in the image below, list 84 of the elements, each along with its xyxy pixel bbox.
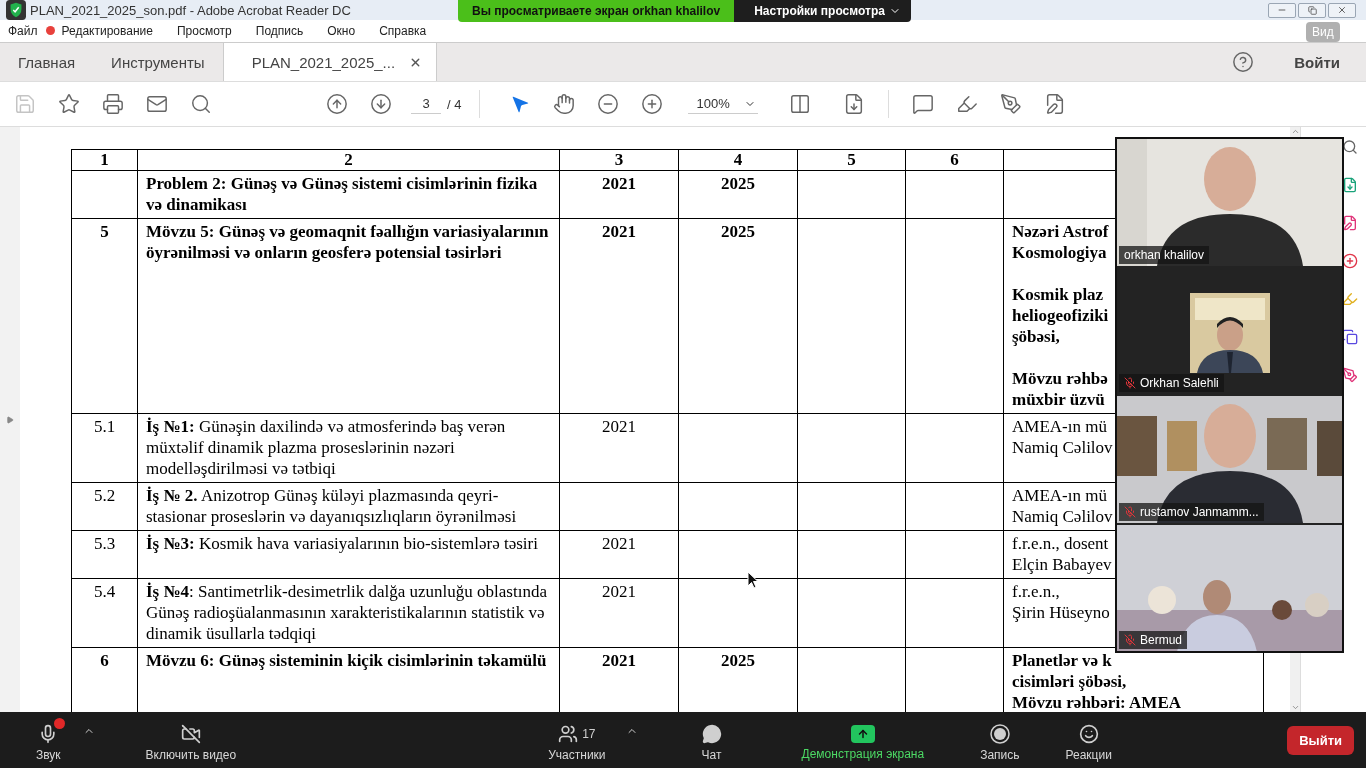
table-cell: 2021 bbox=[559, 578, 679, 648]
tab[interactable]: Главная bbox=[0, 43, 94, 81]
close-button[interactable] bbox=[1328, 2, 1356, 18]
mail-icon bbox=[146, 93, 168, 115]
table-header-cell: 1 bbox=[71, 149, 138, 171]
comment-icon bbox=[912, 93, 935, 115]
window-title: PLAN_2021_2025_son.pdf - Adobe Acrobat Reader DC bbox=[30, 2, 351, 18]
table-cell: 2021 bbox=[559, 170, 679, 219]
table-cell: 2025 bbox=[678, 170, 798, 219]
menu-item[interactable]: Просмотр bbox=[170, 24, 238, 38]
people-icon bbox=[558, 724, 579, 744]
zoom-in-icon bbox=[641, 93, 664, 115]
record-icon bbox=[989, 724, 1010, 744]
help-icon[interactable] bbox=[1232, 51, 1255, 73]
save-icon bbox=[14, 93, 36, 115]
participant-name: Orkhan Salehli bbox=[1119, 374, 1224, 392]
fit-page-icon bbox=[789, 93, 812, 115]
table-cell: İş №1: Günəşin daxilində və atmosferində baş verən müxtəlif dinamik plazma proseslərinin nəzəri modelləşdirilməsi və tətbiqi bbox=[137, 413, 560, 483]
table-cell: İş №4: Santimetrlik-desimetrlik dalğa uzunluğu oblastında Günəş radioşüalanmasının xarakteristikalarının statistik və dinamik üsullarla tədqiqi bbox=[137, 578, 560, 648]
video-button[interactable]: Включить видео bbox=[139, 718, 243, 762]
add-icon[interactable] bbox=[1342, 253, 1358, 269]
printer-icon bbox=[102, 93, 124, 115]
table-cell: İş №3: Kosmik hava variasiyalarının bio-sistemlərə təsiri bbox=[137, 530, 560, 579]
hand-icon bbox=[553, 93, 576, 115]
restore-icon bbox=[1307, 5, 1317, 15]
table-cell: Mövzu 5: Günəş və geomaqnit fəallığın variasiyalarının öyrənilməsi və onların geosferə potensial təsirləri bbox=[137, 218, 560, 414]
table-cell: 2021 bbox=[559, 413, 679, 483]
audio-button[interactable]: Звук bbox=[30, 718, 67, 762]
arrow-down-icon bbox=[370, 93, 392, 115]
menu-item[interactable]: Редактирование bbox=[55, 24, 159, 38]
chat-button[interactable]: Чат bbox=[695, 718, 728, 762]
table-cell: 2025 bbox=[678, 218, 798, 414]
participant-count: 17 bbox=[582, 727, 596, 741]
page-number-field[interactable]: 3 bbox=[411, 94, 441, 114]
file-edit-icon[interactable] bbox=[1342, 215, 1358, 231]
recording-dot-icon bbox=[46, 26, 55, 35]
pen-icon bbox=[1000, 93, 1023, 115]
menu-item[interactable]: Файл bbox=[2, 24, 44, 38]
share-button[interactable]: Демонстрация экрана bbox=[795, 719, 931, 761]
zoom-out-icon bbox=[597, 93, 620, 115]
table-cell: 2021 bbox=[559, 530, 679, 579]
record-button[interactable]: Запись bbox=[974, 718, 1026, 762]
share-banner: Вы просматриваете экран orkhan khalilov bbox=[458, 0, 735, 22]
table-cell: Problem 2: Günəş və Günəş sistemi cisimlərinin fizika və dinamikası bbox=[137, 170, 560, 219]
chat-icon bbox=[701, 724, 722, 744]
expand-panel-icon[interactable] bbox=[6, 415, 14, 424]
restore-button[interactable] bbox=[1298, 2, 1326, 18]
table-cell: 5.2 bbox=[71, 482, 138, 531]
sign-in-link[interactable]: Войти bbox=[1294, 53, 1340, 71]
pages-icon[interactable] bbox=[1342, 329, 1358, 345]
reactions-button[interactable]: Реакции bbox=[1059, 718, 1118, 762]
menu-item[interactable]: Окно bbox=[321, 24, 362, 38]
export-icon[interactable] bbox=[1342, 177, 1358, 193]
table-header-cell: 4 bbox=[678, 149, 798, 171]
table-cell: 5.3 bbox=[71, 530, 138, 579]
tab[interactable]: Инструменты bbox=[93, 43, 223, 81]
table-cell: İş № 2. Anizotrop Günəş küləyi plazmasında qeyri-stasionar proseslərin və dayanıqsızlıqların öyrənilməsi bbox=[137, 482, 560, 531]
table-cell: 5.1 bbox=[71, 413, 138, 483]
smiley-icon bbox=[1078, 724, 1099, 744]
tab[interactable]: PLAN_2021_2025_... bbox=[222, 43, 438, 81]
search-icon[interactable] bbox=[1342, 139, 1358, 155]
share-screen-icon bbox=[850, 725, 875, 743]
menu-item[interactable]: Подпись bbox=[249, 24, 310, 38]
video-off-icon bbox=[180, 724, 201, 744]
menu-item[interactable]: Справка bbox=[373, 24, 433, 38]
page-count: / 4 bbox=[447, 96, 462, 112]
view-settings-button[interactable]: Настройки просмотра bbox=[734, 0, 911, 22]
participants-button[interactable]: 17 Участники bbox=[542, 718, 612, 762]
zoom-dropdown[interactable]: 100% bbox=[688, 94, 759, 114]
table-header-cell: 2 bbox=[137, 149, 560, 171]
close-icon bbox=[1337, 5, 1347, 15]
table-cell: 5.4 bbox=[71, 578, 138, 648]
table-header-cell: 3 bbox=[559, 149, 679, 171]
table-header-cell: 5 bbox=[797, 149, 906, 171]
leave-button[interactable]: Выйти bbox=[1287, 725, 1354, 755]
search-icon bbox=[190, 93, 212, 115]
table-header-cell: 6 bbox=[905, 149, 1004, 171]
mouse-cursor-icon bbox=[747, 571, 759, 589]
participant-name: Bermud bbox=[1119, 631, 1188, 649]
table-cell: 5 bbox=[71, 218, 138, 414]
highlighter-icon bbox=[956, 93, 979, 115]
star-icon bbox=[58, 93, 80, 115]
table-cell: 2021 bbox=[559, 218, 679, 414]
arrow-up-icon bbox=[326, 93, 348, 115]
